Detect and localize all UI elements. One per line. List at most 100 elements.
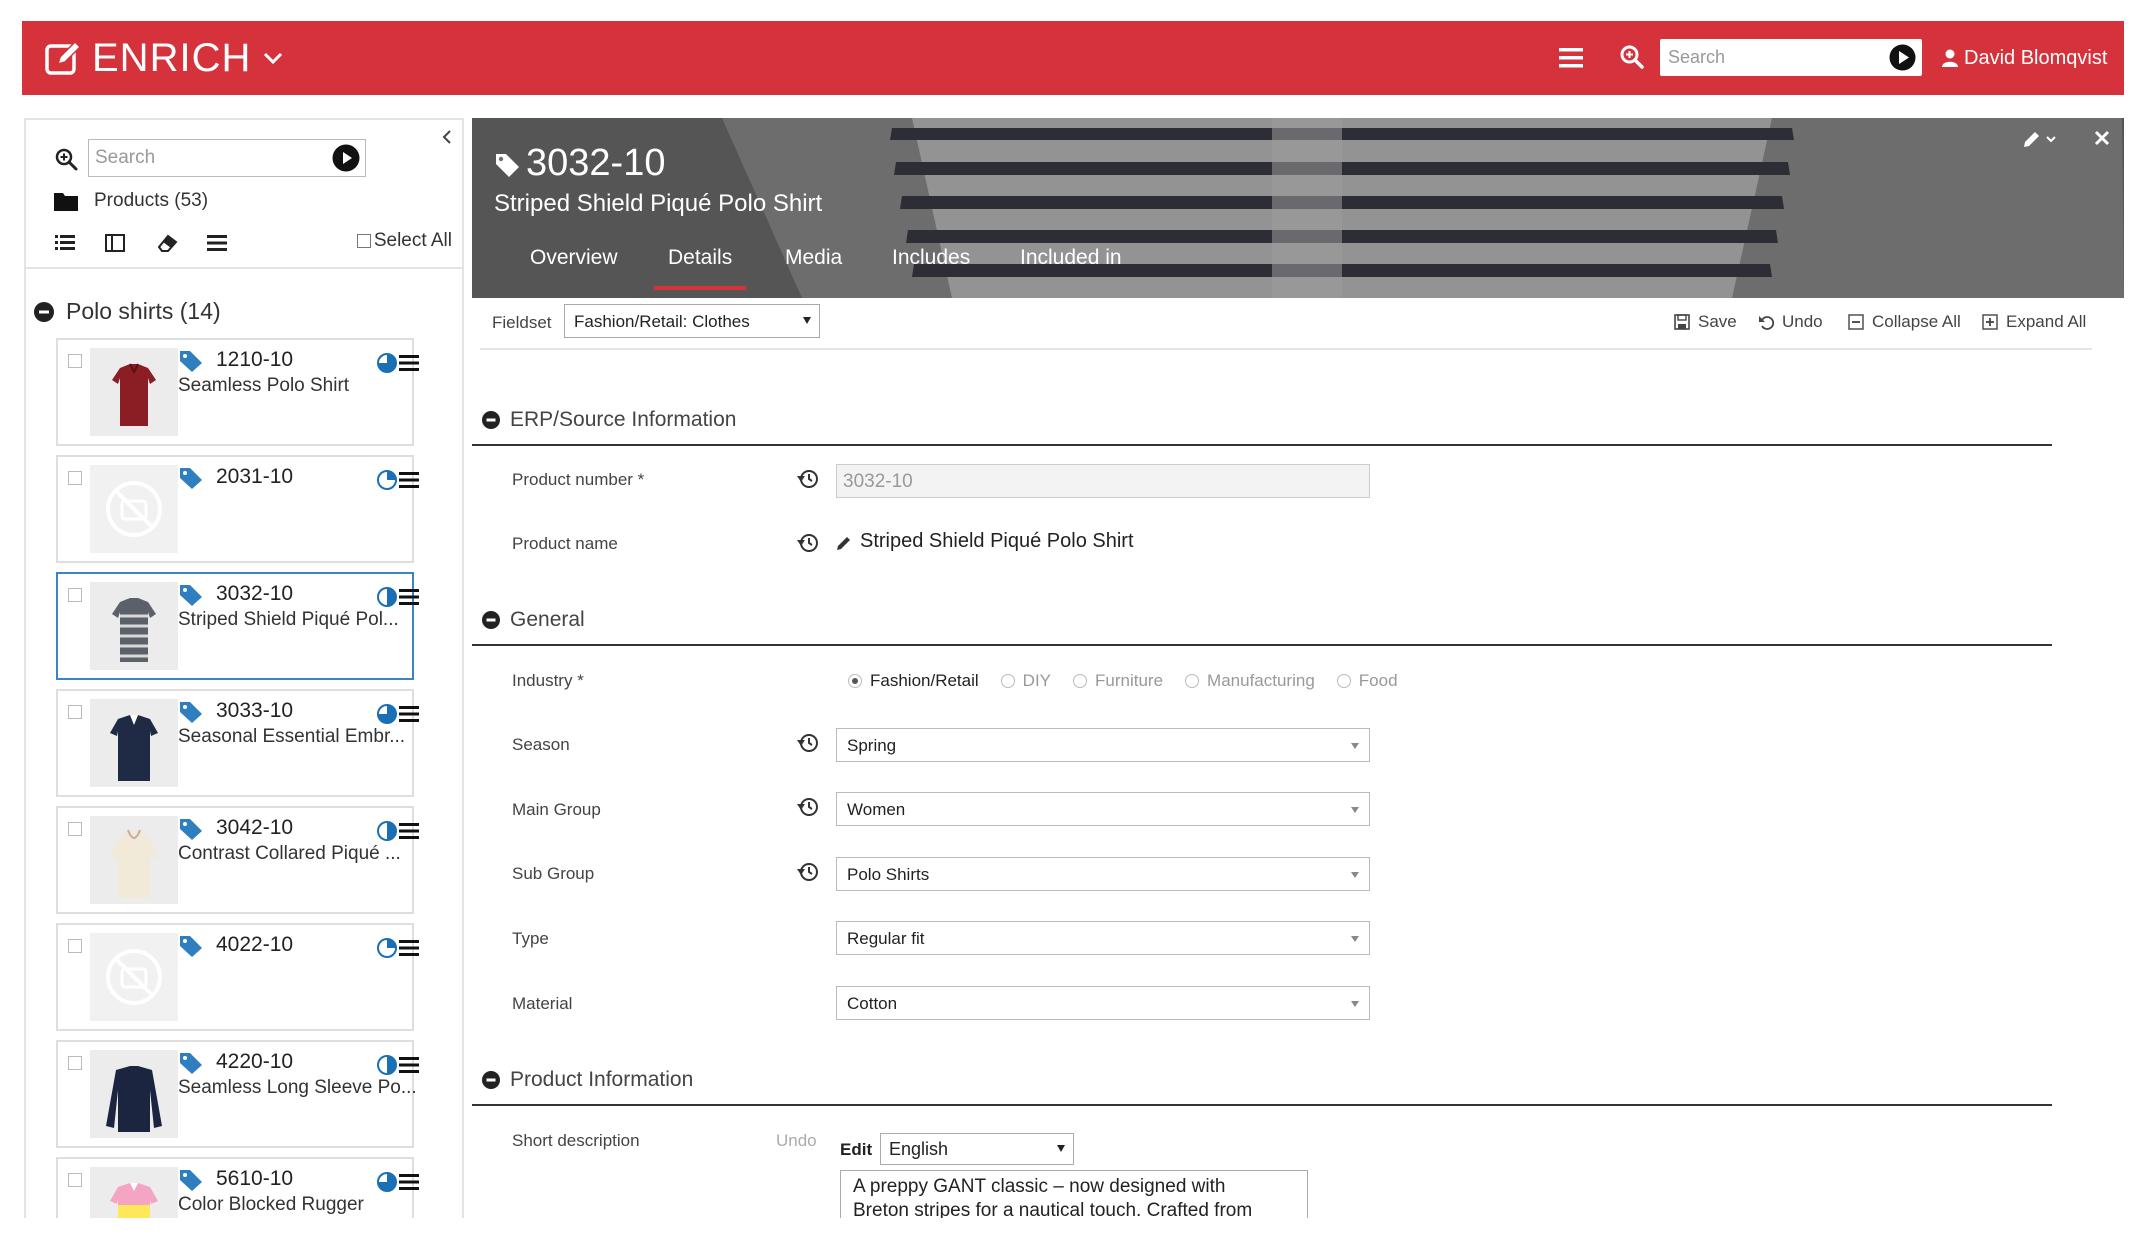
product-card[interactable]: 4022-10: [56, 923, 419, 1031]
zoom-icon[interactable]: [1619, 44, 1645, 70]
tab-includes[interactable]: Includes: [892, 246, 970, 290]
sub-group-select[interactable]: Polo Shirts: [836, 857, 1370, 891]
app-switcher[interactable]: ENRICH: [44, 35, 283, 81]
collapse-all-label: Collapse All: [1872, 312, 1961, 331]
group-polo-shirts[interactable]: Polo shirts (14): [34, 298, 221, 325]
products-folder[interactable]: Products (53): [54, 190, 208, 212]
radio-dot: [1336, 674, 1351, 688]
product-thumbnail: [90, 699, 178, 787]
zoom-icon: [55, 148, 78, 171]
product-card[interactable]: 3033-10 Seasonal Essential Embr...: [56, 689, 419, 797]
type-label: Type: [512, 929, 549, 948]
history-icon[interactable]: [797, 732, 819, 754]
fieldset-toolbar: Fieldset Fashion/Retail: Clothes Save Un…: [472, 298, 2124, 348]
user-menu[interactable]: David Blomqvist: [1942, 43, 2107, 73]
group-label: Polo shirts (14): [66, 298, 221, 324]
product-card[interactable]: 1210-10 Seamless Polo Shirt: [56, 338, 419, 446]
radio-dot: [1185, 674, 1200, 688]
section-product-information-toggle[interactable]: Product Information: [482, 1068, 693, 1092]
radio-food[interactable]: Food: [1336, 671, 1398, 691]
tag-icon: [496, 154, 519, 177]
card-menu-icon[interactable]: [398, 1173, 420, 1191]
product-card[interactable]: 5610-10 Color Blocked Rugger: [56, 1157, 419, 1218]
fieldset-label: Fieldset: [492, 313, 552, 332]
season-select[interactable]: Spring: [836, 728, 1370, 762]
product-header: 3032-10 Striped Shield Piqué Polo Shirt …: [472, 118, 2124, 298]
columns-view-icon[interactable]: [104, 232, 126, 254]
main-group-label: Main Group: [512, 800, 601, 819]
radio-manufacturing[interactable]: Manufacturing: [1185, 671, 1315, 691]
main-group-value: Women: [847, 800, 906, 819]
tab-overview[interactable]: Overview: [530, 246, 618, 290]
product-card[interactable]: 3042-10 Contrast Collared Piqué ...: [56, 806, 419, 914]
collapse-all-button[interactable]: Collapse All: [1848, 312, 1961, 332]
play-icon[interactable]: [332, 144, 360, 172]
card-menu-icon[interactable]: [398, 588, 420, 606]
collapse-icon: [482, 611, 500, 629]
fieldset-select[interactable]: Fashion/Retail: Clothes: [564, 304, 820, 338]
card-menu-icon[interactable]: [398, 705, 420, 723]
type-select[interactable]: Regular fit: [836, 921, 1370, 955]
history-icon[interactable]: [797, 861, 819, 883]
radio-furniture[interactable]: Furniture: [1073, 671, 1163, 691]
card-menu-icon[interactable]: [398, 471, 420, 489]
short-description-label: Short description: [512, 1131, 640, 1150]
tab-media[interactable]: Media: [785, 246, 842, 290]
product-search-input[interactable]: [89, 140, 329, 176]
pencil-icon[interactable]: [836, 535, 852, 551]
close-icon[interactable]: [2094, 130, 2110, 146]
play-icon[interactable]: [1889, 44, 1916, 71]
product-card[interactable]: 4220-10 Seamless Long Sleeve Po...: [56, 1040, 419, 1148]
short-description-undo[interactable]: Undo: [776, 1131, 817, 1151]
dropdown-arrow-icon: [803, 317, 811, 324]
undo-button[interactable]: Undo: [1758, 312, 1823, 332]
product-name-value[interactable]: Striped Shield Piqué Polo Shirt: [860, 530, 1134, 553]
history-icon[interactable]: [797, 468, 819, 490]
card-checkbox[interactable]: [68, 471, 82, 485]
card-checkbox[interactable]: [68, 822, 82, 836]
main-group-select[interactable]: Women: [836, 792, 1370, 826]
section-general-toggle[interactable]: General: [482, 608, 585, 632]
eraser-icon[interactable]: [156, 232, 178, 254]
card-checkbox[interactable]: [68, 588, 82, 602]
history-icon[interactable]: [797, 532, 819, 554]
card-checkbox[interactable]: [68, 1056, 82, 1070]
hamburger-icon[interactable]: [1558, 45, 1584, 71]
card-menu-icon[interactable]: [398, 939, 420, 957]
card-menu-icon[interactable]: [398, 1056, 420, 1074]
dropdown-arrow-icon: [1351, 872, 1359, 878]
folder-icon: [54, 193, 78, 211]
card-checkbox[interactable]: [68, 354, 82, 368]
radio-diy[interactable]: DIY: [1000, 671, 1051, 691]
global-search-input[interactable]: [1660, 39, 1880, 76]
tag-icon: [180, 585, 202, 606]
material-select[interactable]: Cotton: [836, 986, 1370, 1020]
product-list-panel: Products (53) Select All Polo shirts (14…: [24, 118, 464, 1218]
save-button[interactable]: Save: [1674, 312, 1737, 332]
history-icon[interactable]: [797, 796, 819, 818]
card-checkbox[interactable]: [68, 939, 82, 953]
global-search: [1660, 39, 1922, 76]
select-all-checkbox[interactable]: Select All: [356, 230, 452, 252]
section-general: General: [472, 596, 2052, 646]
product-card[interactable]: 2031-10: [56, 455, 419, 563]
list-view-icon[interactable]: [54, 232, 76, 254]
tab-details[interactable]: Details: [653, 246, 747, 290]
menu-icon[interactable]: [206, 232, 228, 254]
radio-fashion-retail[interactable]: Fashion/Retail: [848, 671, 979, 691]
tab-included-in[interactable]: Included in: [1020, 246, 1122, 290]
card-menu-icon[interactable]: [398, 354, 420, 372]
section-erp-toggle[interactable]: ERP/Source Information: [482, 408, 736, 432]
radio-label: Food: [1358, 671, 1398, 690]
expand-all-button[interactable]: Expand All: [1982, 312, 2086, 332]
pencil-dropdown-icon[interactable]: [2020, 128, 2062, 152]
product-number-field[interactable]: 3032-10: [836, 464, 1370, 498]
card-menu-icon[interactable]: [398, 822, 420, 840]
card-checkbox[interactable]: [68, 705, 82, 719]
select-all-label: Select All: [373, 230, 452, 251]
card-checkbox[interactable]: [68, 1173, 82, 1187]
product-card[interactable]: 3032-10 Striped Shield Piqué Pol...: [56, 572, 419, 680]
chevron-left-icon[interactable]: [440, 128, 454, 146]
language-select[interactable]: English: [880, 1133, 1074, 1165]
checkbox: [356, 234, 371, 248]
